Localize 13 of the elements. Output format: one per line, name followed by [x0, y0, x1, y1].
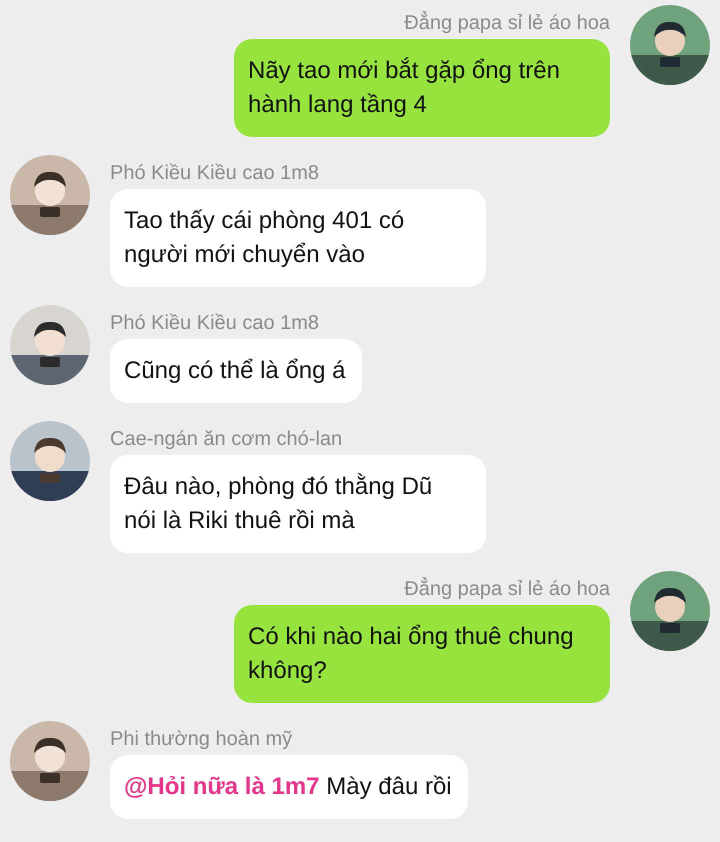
sender-name: Phi thường hoàn mỹ — [110, 727, 292, 751]
sender-name: Cae-ngán ăn cơm chó-lan — [110, 427, 342, 451]
message-bubble: @Hỏi nữa là 1m7 Mày đâu rồi — [110, 755, 468, 819]
sender-name: Đẳng papa sỉ lẻ áo hoa — [404, 11, 610, 35]
message-bubble: Cũng có thể là ổng á — [110, 339, 362, 403]
message-bubble: Có khi nào hai ổng thuê chung không? — [234, 605, 610, 703]
sender-name: Phó Kiều Kiều cao 1m8 — [110, 161, 320, 185]
message-bubble: Đâu nào, phòng đó thằng Dũ nói là Riki thuê rồi mà — [110, 455, 486, 553]
message-bubble: Tao thấy cái phòng 401 có người mới chuyển vào — [110, 189, 486, 287]
mention-link[interactable]: @Hỏi nữa là 1m7 — [124, 773, 320, 800]
message-bubble: Nãy tao mới bắt gặp ổng trên hành lang tầng 4 — [234, 39, 610, 137]
sender-name: Đẳng papa sỉ lẻ áo hoa — [404, 577, 610, 601]
sender-name: Phó Kiều Kiều cao 1m8 — [110, 311, 320, 335]
